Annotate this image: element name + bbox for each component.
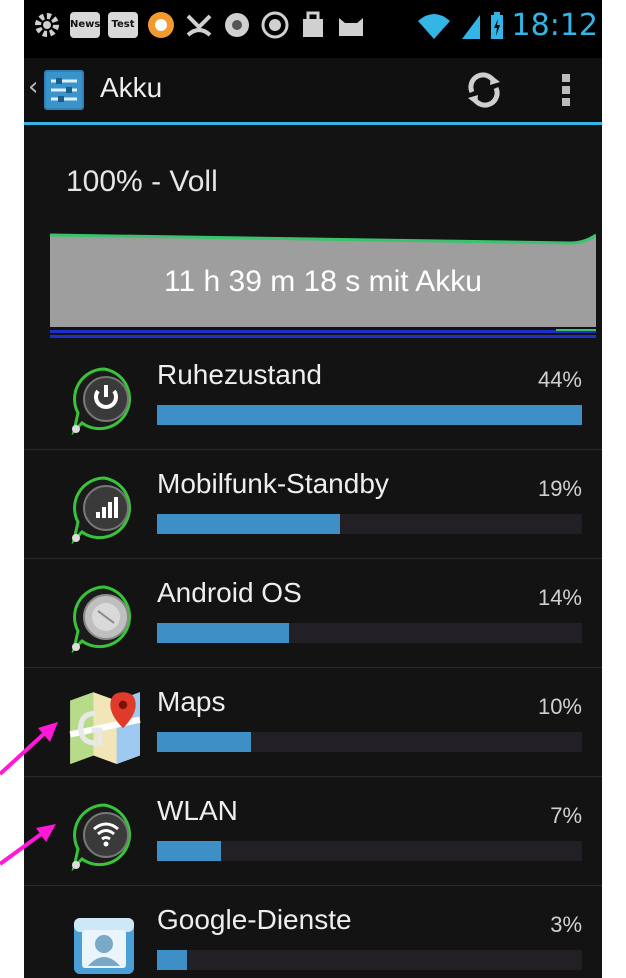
usage-bar-track <box>157 732 582 752</box>
android-os-icon <box>71 585 131 653</box>
settings-app-icon[interactable] <box>42 68 86 112</box>
usage-bar-track <box>157 623 582 643</box>
action-bar: ‹ Akku <box>24 58 602 125</box>
usage-item-percent: 14% <box>537 585 582 610</box>
usage-item[interactable]: Maps 10% <box>24 668 602 777</box>
missed-call-icon <box>186 14 212 37</box>
usage-bar-track <box>157 405 582 425</box>
battery-icon <box>490 12 503 39</box>
usage-item-name: Maps <box>157 686 226 717</box>
usage-bar-track <box>157 841 582 861</box>
usage-item[interactable]: Mobilfunk-Standby 19% <box>24 450 602 559</box>
system-status: 18:12 <box>416 8 598 44</box>
sync-icon <box>261 11 289 39</box>
usage-item-name: Ruhezustand <box>157 359 323 390</box>
bag-icon <box>303 11 323 37</box>
usage-bar-fill <box>157 623 289 643</box>
usage-item-percent: 44% <box>537 367 582 392</box>
wifi-signal-icon <box>417 14 450 39</box>
usage-bar-fill <box>157 841 221 861</box>
usage-item-percent: 10% <box>537 694 582 719</box>
contacts-icon <box>74 918 134 974</box>
usage-bar-fill <box>157 950 187 970</box>
cell-signal-icon <box>461 15 480 39</box>
usage-list: Ruhezustand 44% Mobilfunk-Standby 19% An… <box>24 341 602 978</box>
usage-item-percent: 3% <box>550 912 582 937</box>
usage-bar-fill <box>157 732 251 752</box>
usage-item[interactable]: Google-Dienste 3% <box>24 886 602 978</box>
usage-item[interactable]: Android OS 14% <box>24 559 602 668</box>
usage-bar-track <box>157 950 582 970</box>
gallery-icon <box>225 13 249 37</box>
battery-content: 100% - Voll 11 h 39 m 18 s mit Akku Ruhe… <box>24 125 602 978</box>
phone-screen: News Test 18:12 ‹ Akku 100% - Voll 11 h … <box>24 0 602 978</box>
maps-icon <box>69 692 141 764</box>
overflow-menu-icon[interactable] <box>562 74 574 106</box>
cat-icon <box>339 18 363 36</box>
usage-bar-track <box>157 514 582 534</box>
usage-item-percent: 7% <box>550 803 582 828</box>
page-title: Akku <box>100 72 163 103</box>
notification-icons: News Test <box>32 10 366 40</box>
usage-item-percent: 19% <box>537 476 582 501</box>
usage-item-name: WLAN <box>157 795 238 826</box>
battery-duration-label: 11 h 39 m 18 s mit Akku <box>164 265 482 298</box>
usage-item[interactable]: WLAN 7% <box>24 777 602 886</box>
clock: 18:12 <box>511 8 598 43</box>
usage-item-name: Mobilfunk-Standby <box>157 468 389 499</box>
usage-item-name: Android OS <box>157 577 302 608</box>
usage-item-name: Google-Dienste <box>157 904 352 935</box>
back-chevron-icon[interactable]: ‹ <box>28 72 38 102</box>
gear-icon <box>35 13 59 37</box>
status-bar: News Test 18:12 <box>24 0 602 58</box>
news-icon: News <box>70 12 100 38</box>
refresh-icon[interactable] <box>464 70 504 110</box>
usage-bar-fill <box>157 514 340 534</box>
battery-history-graph[interactable]: 11 h 39 m 18 s mit Akku <box>49 231 597 341</box>
power-icon <box>71 367 131 435</box>
battery-level: 100% - Voll <box>66 165 218 198</box>
usage-bar-fill <box>157 405 582 425</box>
orange-app-icon <box>148 12 174 38</box>
test-icon: Test <box>108 12 138 38</box>
usage-item[interactable]: Ruhezustand 44% <box>24 341 602 450</box>
signal-icon <box>71 476 131 544</box>
wifi-icon <box>71 803 131 871</box>
